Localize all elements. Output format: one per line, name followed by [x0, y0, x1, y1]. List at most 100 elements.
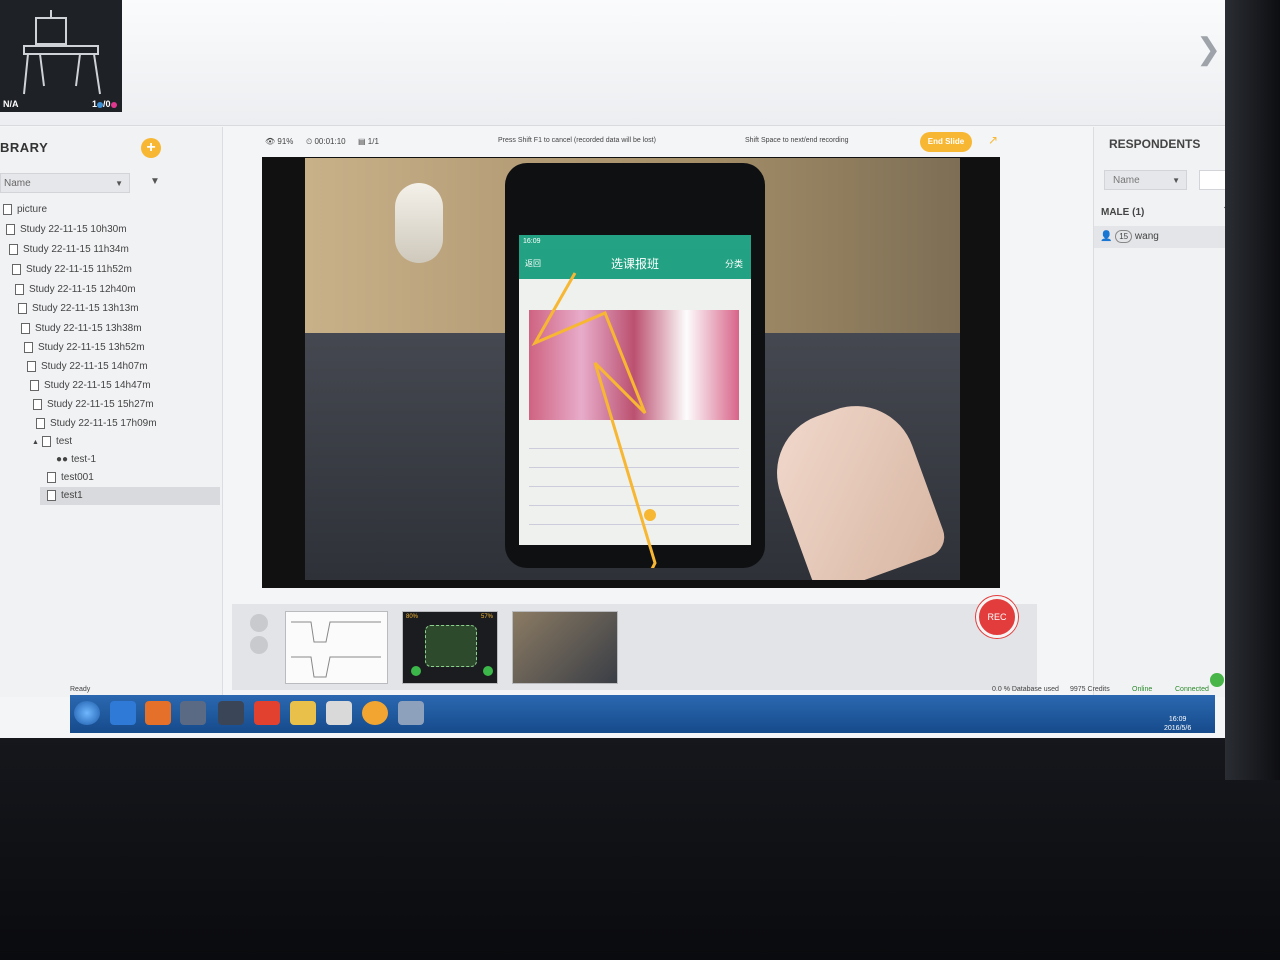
pink-dot-icon: [110, 101, 117, 108]
cancel-hint: Press Shift F1 to cancel (recorded data …: [498, 137, 656, 144]
document-icon: [6, 223, 15, 235]
respondent-user-icon: 👤: [1100, 231, 1113, 242]
folder-icon: [41, 435, 51, 447]
explorer-icon[interactable]: [290, 701, 316, 725]
thumbnail-counts: 1/0: [92, 99, 117, 109]
tree-item-selected[interactable]: test1: [40, 487, 220, 505]
green-indicator-icon: [1210, 673, 1224, 687]
eye-tracker-frame[interactable]: 80% 57%: [402, 611, 498, 684]
slides-indicator: ▤ 1/1: [358, 137, 379, 146]
document-icon: [18, 302, 27, 314]
respondents-group[interactable]: MALE (1): [1101, 207, 1144, 218]
respondents-group-icon: ●●: [56, 454, 69, 465]
document-icon: [21, 322, 30, 334]
tree-item[interactable]: Study 22-11-15 11h34m: [9, 241, 129, 259]
firefox-icon[interactable]: [145, 701, 171, 725]
status-ready: Ready: [70, 686, 91, 693]
respondent-name: wang: [1134, 231, 1159, 242]
settings-icon[interactable]: [250, 614, 268, 632]
respondents-panel: RESPONDENTS Name▼ MALE (1) ⌃ 👤 15 wang: [1093, 127, 1269, 697]
tree-item-folder[interactable]: ▲ test: [32, 433, 72, 451]
visibility-indicator: 👁 91%: [265, 137, 294, 146]
top-bar: N/A 1/0 ❯ +: [0, 0, 1274, 126]
scene-camera-feed: 16:09 返回 选课报班 分类: [305, 158, 960, 580]
tree-item[interactable]: Study 22-11-15 10h30m: [6, 221, 127, 239]
document-icon: [12, 263, 21, 275]
mouse-object: [395, 183, 443, 263]
monitor-bezel: [0, 738, 1280, 960]
ie-icon[interactable]: [110, 701, 136, 725]
taskbar-clock[interactable]: 16:09 2016/5/6: [1164, 715, 1191, 733]
sort-direction-icon[interactable]: ▼: [150, 176, 160, 187]
app-icon[interactable]: [362, 701, 388, 725]
windows-taskbar: 16:09 2016/5/6: [70, 695, 1215, 733]
document-icon: [15, 283, 24, 295]
left-eye-status-icon: [411, 666, 421, 676]
app-icon[interactable]: [398, 701, 424, 725]
blue-dot-icon: [97, 101, 104, 108]
rec-button[interactable]: REC: [976, 596, 1018, 638]
thumbnail-status: N/A: [3, 99, 19, 109]
respondents-title: RESPONDENTS: [1109, 137, 1201, 151]
sensor-graph-frame[interactable]: [285, 611, 388, 684]
eye-box: [425, 625, 477, 667]
library-sort-select[interactable]: Name ▼: [0, 173, 130, 193]
recording-toolbar: 👁 91% ⏲ 00:01:10 ▤ 1/1 Press Shift F1 to…: [260, 131, 1010, 155]
tree-item[interactable]: Study 22-11-15 14h07m: [27, 358, 148, 376]
sensor-graph: [291, 621, 381, 678]
eye-right-value: 57%: [480, 614, 493, 620]
tree-item[interactable]: Study 22-11-15 13h38m: [21, 320, 142, 338]
document-icon: [47, 489, 56, 501]
app-icon[interactable]: [326, 701, 352, 725]
library-title: BRARY: [0, 140, 49, 155]
next-arrow-icon[interactable]: ❯: [1196, 32, 1221, 67]
right-eye-status-icon: [483, 666, 493, 676]
desk-chair-icon: [23, 10, 101, 95]
scene-thumbnail-frame[interactable]: [512, 611, 618, 684]
tree-item[interactable]: Study 22-11-15 17h09m: [36, 415, 157, 433]
tree-item[interactable]: Study 22-11-15 13h52m: [24, 339, 145, 357]
tree-item[interactable]: Study 22-11-15 13h13m: [18, 300, 139, 318]
document-icon: [3, 203, 12, 215]
tree-item[interactable]: Study 22-11-15 15h27m: [33, 396, 154, 414]
document-icon: [36, 417, 45, 429]
recording-thumbnail[interactable]: N/A 1/0: [0, 0, 122, 112]
credits: 9975 Credits: [1070, 686, 1110, 693]
tree-item[interactable]: test001: [47, 469, 94, 487]
chrome-icon[interactable]: [254, 701, 280, 725]
monitor-edge: [1225, 0, 1280, 780]
tree-item[interactable]: Study 22-11-15 11h52m: [12, 261, 132, 279]
respondents-sort-select[interactable]: Name ▼: [1104, 170, 1187, 190]
next-hint: Shift Space to next/end recording: [745, 137, 849, 144]
library-add-button[interactable]: +: [141, 138, 161, 158]
eye-left-value: 80%: [406, 614, 419, 620]
start-button-icon[interactable]: [74, 701, 100, 725]
qq-icon[interactable]: [218, 701, 244, 725]
respondent-row[interactable]: 👤 15 wang: [1094, 226, 1234, 248]
expand-arrow-icon: ▲: [32, 439, 39, 446]
caret-down-icon: ▼: [115, 179, 123, 188]
document-icon: [24, 341, 33, 353]
expand-icon[interactable]: ↗: [988, 133, 998, 147]
gaze-path-overlay: [531, 272, 657, 568]
refresh-icon[interactable]: [250, 636, 268, 654]
end-slide-button[interactable]: End Slide: [920, 132, 972, 152]
db-usage: 0.0 % Database used: [992, 686, 1059, 693]
respondent-age-badge: 15: [1115, 230, 1133, 243]
tree-item[interactable]: picture: [3, 201, 47, 219]
tree-item[interactable]: Study 22-11-15 14h47m: [30, 377, 151, 395]
timer-indicator: ⏲ 00:01:10: [306, 137, 346, 146]
tree-item[interactable]: Study 22-11-15 12h40m: [15, 281, 136, 299]
library-panel: BRARY + Name ▼ ▼ picture Study 22-11-15 1…: [0, 127, 223, 697]
document-icon: [30, 379, 39, 391]
phone-device: 16:09 返回 选课报班 分类: [505, 163, 765, 568]
online-status: Online: [1132, 686, 1153, 693]
document-icon: [27, 360, 36, 372]
caret-down-icon: ▼: [1172, 176, 1180, 185]
app-screen: N/A 1/0 ❯ + BRARY + Name▼ ▼ picture Stud…: [0, 0, 1280, 745]
tree-item[interactable]: ●● test-1: [56, 451, 96, 469]
connected-status: Connected: [1175, 686, 1209, 693]
app-icon[interactable]: [180, 701, 206, 725]
document-icon: [9, 243, 18, 255]
document-icon: [33, 398, 42, 410]
